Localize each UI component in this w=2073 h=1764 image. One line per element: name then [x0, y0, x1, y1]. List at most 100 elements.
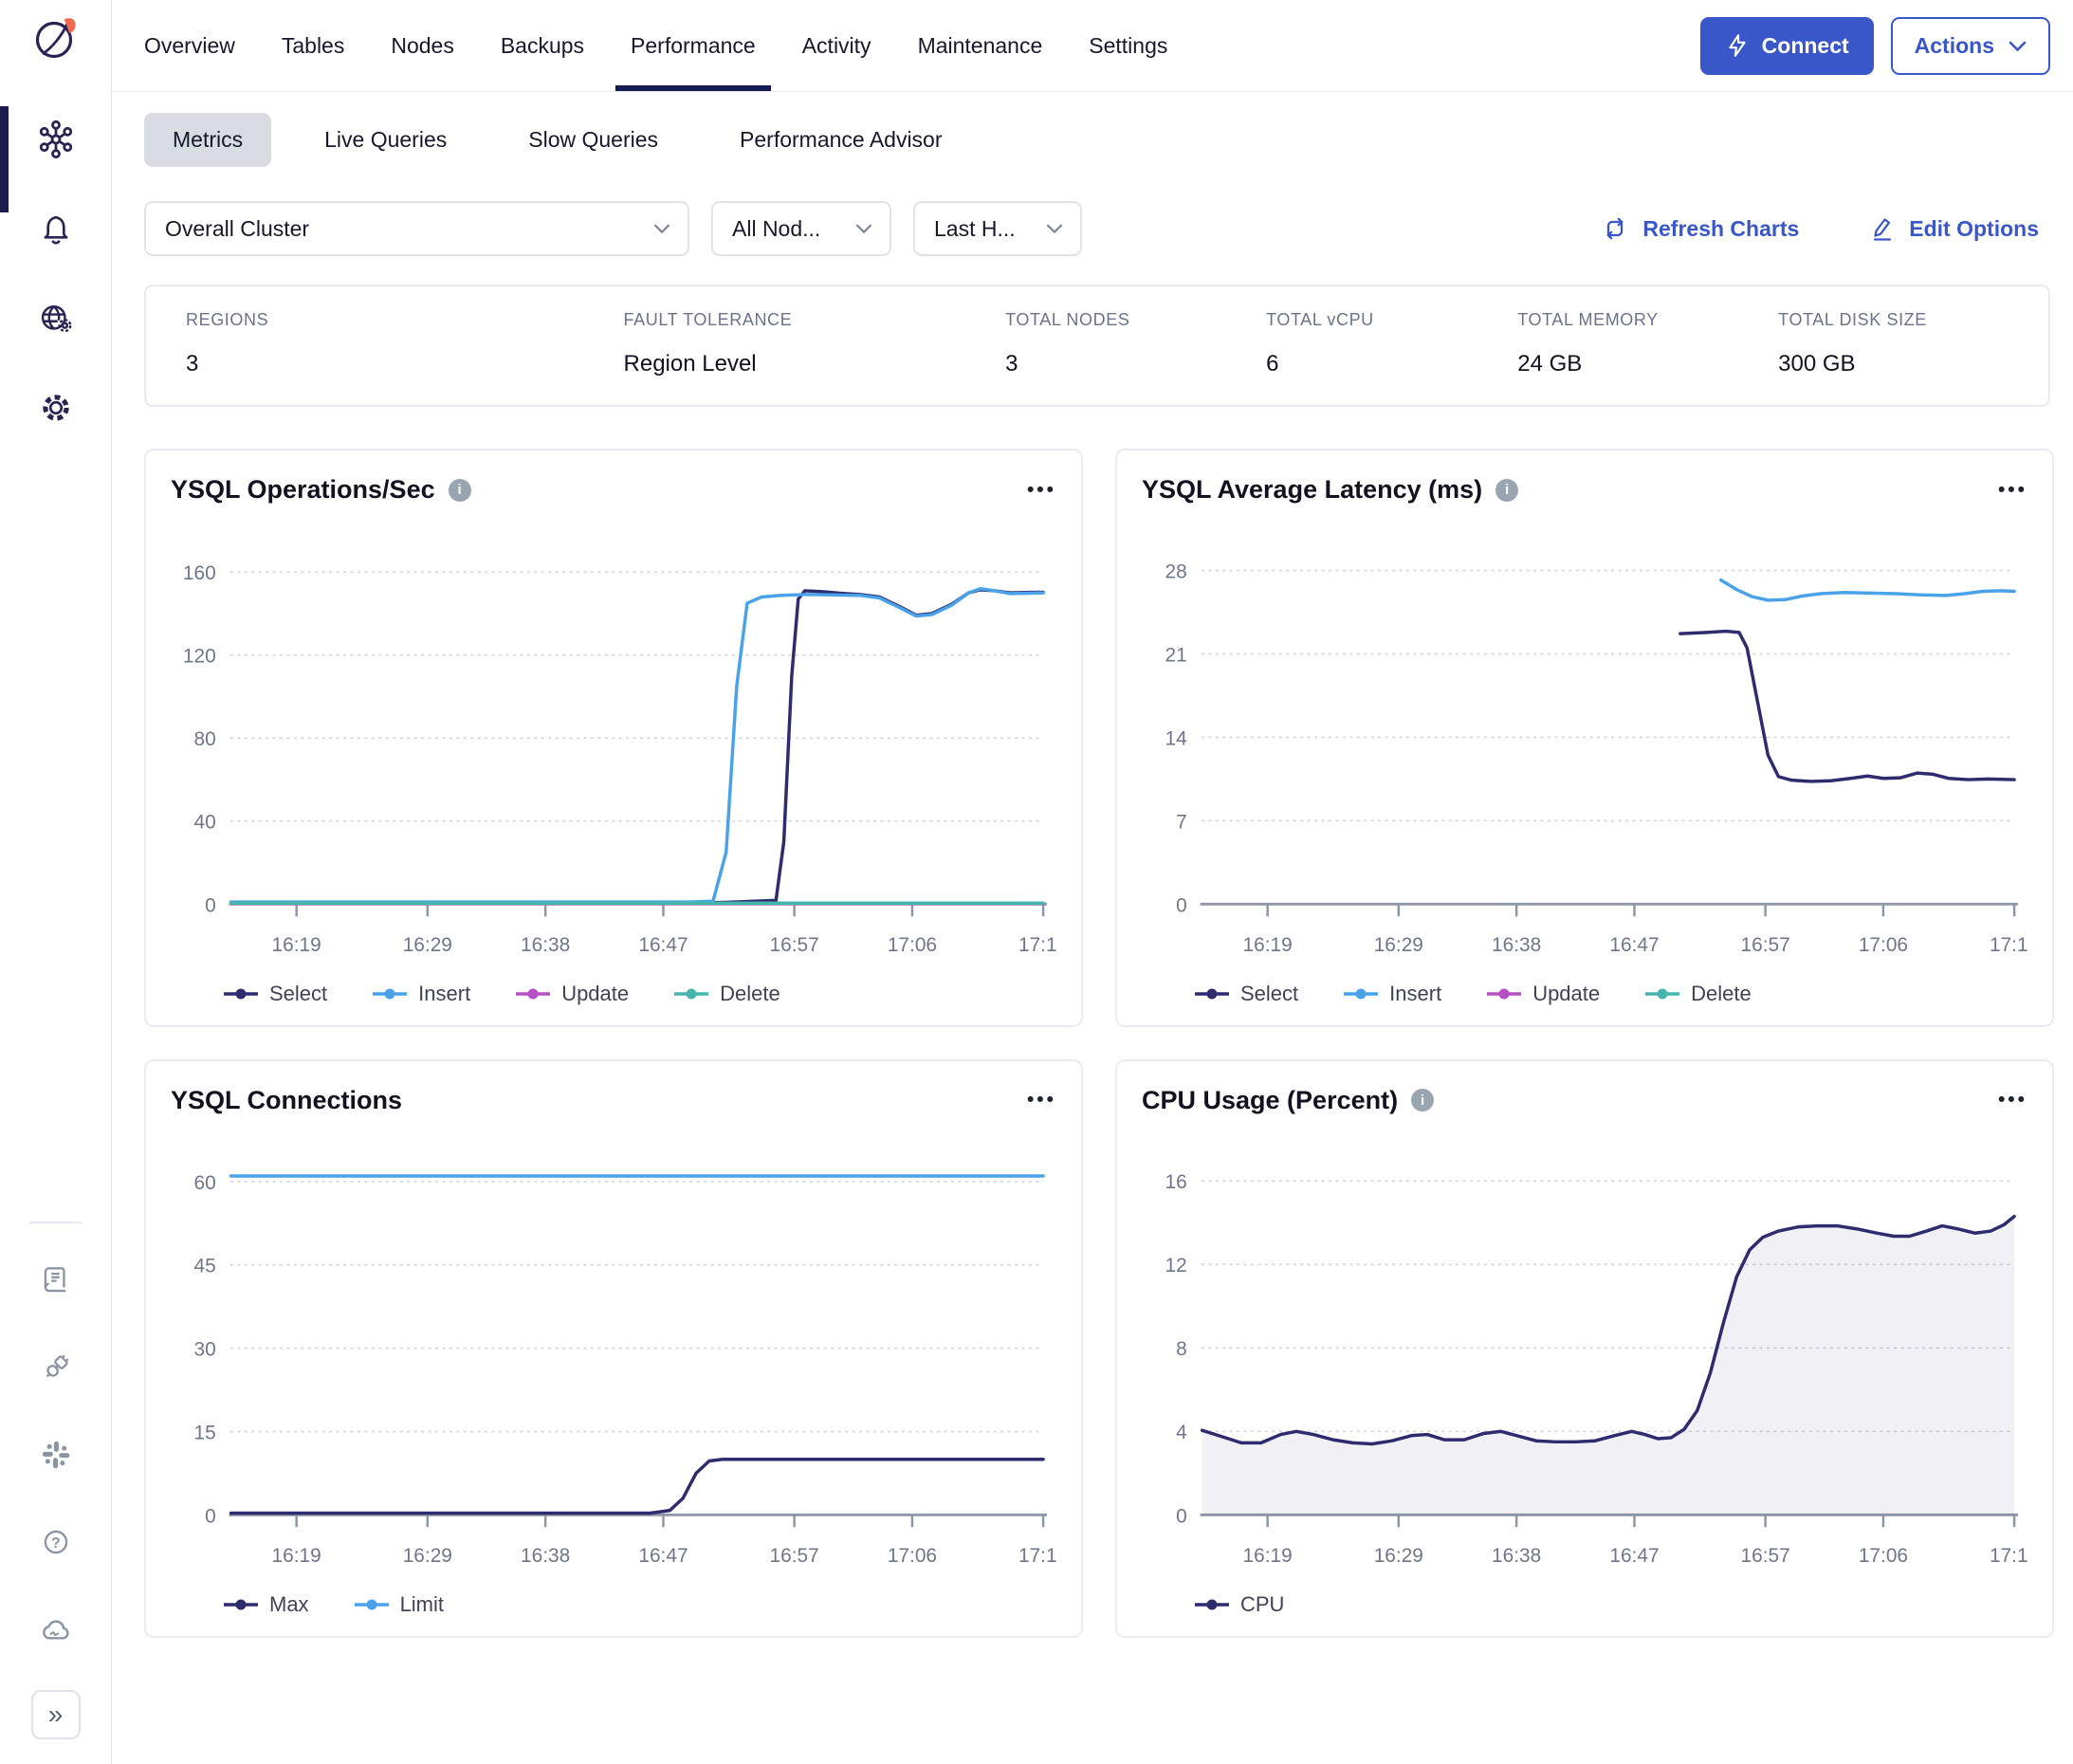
stat-value: 6 — [1266, 351, 1517, 377]
legend-label: Max — [269, 1592, 309, 1617]
chart-menu-button[interactable]: ••• — [1027, 1089, 1056, 1112]
svg-text:?: ? — [51, 1535, 61, 1552]
legend-item-select: Select — [224, 982, 327, 1006]
top-nav: Overview Tables Nodes Backups Performanc… — [112, 0, 2073, 92]
yugabyte-logo[interactable] — [31, 13, 81, 65]
sidebar-item-cloud-status[interactable] — [37, 1611, 75, 1649]
refresh-charts-label: Refresh Charts — [1642, 216, 1799, 242]
stat-total-memory: TOTAL MEMORY 24 GB — [1517, 310, 1778, 377]
svg-text:80: 80 — [194, 728, 216, 750]
help-icon: ? — [38, 1524, 74, 1560]
legend-item-cpu: CPU — [1195, 1592, 1284, 1617]
sidebar-item-help[interactable]: ? — [38, 1524, 74, 1560]
subtab-slow-queries[interactable]: Slow Queries — [500, 113, 687, 167]
time-range-select-value: Last H... — [934, 216, 1016, 242]
info-icon[interactable]: i — [449, 479, 471, 502]
legend-label: Insert — [1389, 982, 1441, 1006]
chart-card-ysql-operations: YSQL Operations/Sec i ••• 0408012016016:… — [144, 449, 1083, 1027]
info-icon[interactable]: i — [1411, 1089, 1434, 1112]
legend-marker-icon — [1487, 988, 1521, 1000]
stat-regions: REGIONS 3 — [186, 310, 624, 377]
connect-button[interactable]: Connect — [1700, 17, 1874, 75]
svg-text:17:16: 17:16 — [1990, 934, 2027, 956]
svg-text:17:16: 17:16 — [1018, 1545, 1056, 1567]
chart-canvas: 01530456016:1916:2916:3816:4716:5717:061… — [171, 1119, 1056, 1590]
refresh-charts-button[interactable]: Refresh Charts — [1601, 214, 1799, 243]
tab-nodes[interactable]: Nodes — [391, 0, 453, 91]
plug-icon — [38, 1350, 74, 1386]
stat-label: TOTAL NODES — [1005, 310, 1266, 330]
chart-card-header: YSQL Connections i ••• — [171, 1086, 1056, 1115]
sidebar-item-slack[interactable] — [38, 1437, 74, 1473]
tab-overview[interactable]: Overview — [144, 0, 235, 91]
legend-label: Select — [269, 982, 327, 1006]
legend-label: Update — [561, 982, 629, 1006]
svg-text:15: 15 — [194, 1422, 216, 1443]
chart-menu-button[interactable]: ••• — [1998, 479, 2027, 502]
sidebar-item-alerts[interactable] — [37, 211, 75, 248]
legend-item-update: Update — [1487, 982, 1600, 1006]
svg-text:16:57: 16:57 — [1741, 934, 1790, 956]
chart-canvas: 048121616:1916:2916:3816:4716:5717:0617:… — [1142, 1119, 2027, 1590]
stat-value: 3 — [1005, 351, 1266, 377]
tab-activity[interactable]: Activity — [802, 0, 871, 91]
tab-performance[interactable]: Performance — [631, 0, 756, 91]
chart-legend: SelectInsertUpdateDelete — [171, 980, 1056, 1018]
svg-text:16:47: 16:47 — [1609, 934, 1659, 956]
sidebar-expand-button[interactable]: » — [31, 1690, 81, 1739]
sidebar-item-network-settings[interactable] — [37, 300, 75, 338]
svg-text:40: 40 — [194, 812, 216, 834]
charts-grid: YSQL Operations/Sec i ••• 0408012016016:… — [144, 449, 2054, 1638]
legend-label: Select — [1240, 982, 1298, 1006]
svg-text:16:47: 16:47 — [1609, 1545, 1659, 1567]
actions-button[interactable]: Actions — [1891, 17, 2050, 75]
cluster-select[interactable]: Overall Cluster — [144, 201, 689, 256]
sidebar-item-clusters[interactable] — [36, 119, 76, 159]
svg-text:17:16: 17:16 — [1990, 1545, 2027, 1567]
chart-menu-button[interactable]: ••• — [1027, 479, 1056, 502]
time-range-select[interactable]: Last H... — [913, 201, 1082, 256]
performance-subtabs: Metrics Live Queries Slow Queries Perfor… — [112, 92, 2073, 178]
subtab-live-queries[interactable]: Live Queries — [296, 113, 475, 167]
svg-text:120: 120 — [183, 646, 216, 668]
legend-marker-icon — [516, 988, 550, 1000]
chart-card-ysql-connections: YSQL Connections i ••• 01530456016:1916:… — [144, 1059, 1083, 1638]
chart-card-ysql-latency: YSQL Average Latency (ms) i ••• 07142128… — [1115, 449, 2054, 1027]
stat-label: TOTAL vCPU — [1266, 310, 1517, 330]
legend-marker-icon — [674, 988, 708, 1000]
svg-text:17:06: 17:06 — [1859, 934, 1908, 956]
stat-value: 3 — [186, 351, 624, 377]
tab-settings[interactable]: Settings — [1089, 0, 1167, 91]
sidebar-item-integrations[interactable] — [38, 1350, 74, 1386]
chart-legend: MaxLimit — [171, 1590, 1056, 1628]
sidebar-item-docs[interactable] — [38, 1262, 74, 1298]
edit-options-button[interactable]: Edit Options — [1867, 214, 2039, 243]
legend-marker-icon — [224, 988, 258, 1000]
cluster-tabs: Overview Tables Nodes Backups Performanc… — [144, 0, 1167, 91]
svg-text:16:47: 16:47 — [638, 934, 688, 956]
subtab-performance-advisor[interactable]: Performance Advisor — [711, 113, 970, 167]
info-icon[interactable]: i — [1495, 479, 1518, 502]
slack-icon — [38, 1437, 74, 1473]
svg-text:21: 21 — [1165, 644, 1187, 666]
stat-total-disk-size: TOTAL DISK SIZE 300 GB — [1778, 310, 2039, 377]
tab-maintenance[interactable]: Maintenance — [918, 0, 1043, 91]
chart-menu-button[interactable]: ••• — [1998, 1089, 2027, 1112]
svg-text:28: 28 — [1165, 560, 1187, 582]
sidebar-item-settings[interactable] — [37, 389, 75, 427]
tab-tables[interactable]: Tables — [282, 0, 344, 91]
svg-text:0: 0 — [205, 1505, 216, 1527]
svg-text:16:19: 16:19 — [272, 934, 321, 956]
subtab-metrics[interactable]: Metrics — [144, 113, 271, 167]
svg-text:0: 0 — [1176, 894, 1187, 916]
svg-text:16:29: 16:29 — [403, 934, 452, 956]
svg-text:16:38: 16:38 — [521, 1545, 570, 1567]
tab-backups[interactable]: Backups — [501, 0, 584, 91]
stat-label: FAULT TOLERANCE — [624, 310, 1006, 330]
nodes-select[interactable]: All Nod... — [711, 201, 891, 256]
svg-text:16:29: 16:29 — [1374, 1545, 1423, 1567]
svg-text:14: 14 — [1165, 727, 1187, 749]
edit-options-label: Edit Options — [1909, 216, 2039, 242]
gear-icon — [37, 389, 75, 427]
chart-canvas: 0408012016016:1916:2916:3816:4716:5717:0… — [171, 508, 1056, 980]
